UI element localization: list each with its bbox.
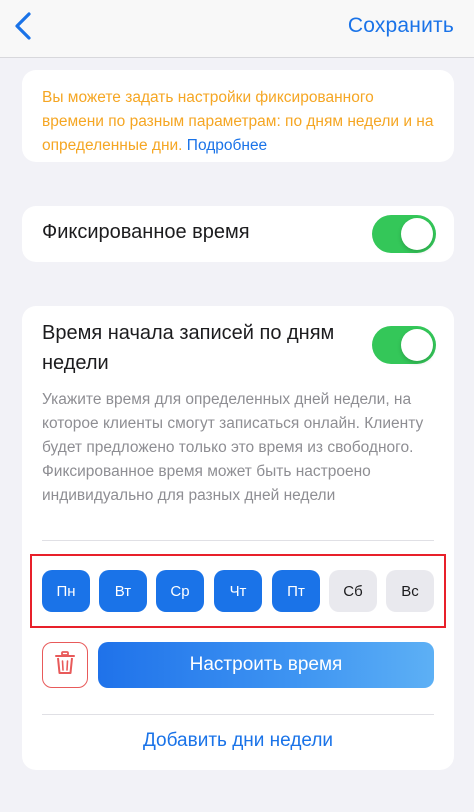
save-button[interactable]: Сохранить xyxy=(348,14,454,38)
info-card: Вы можете задать настройки фиксированног… xyxy=(22,70,454,162)
divider xyxy=(42,714,434,715)
info-message: Вы можете задать настройки фиксированног… xyxy=(42,86,434,158)
toggle-knob xyxy=(401,218,433,250)
day-button-tue[interactable]: Вт xyxy=(99,570,147,612)
add-weekdays-button[interactable]: Добавить дни недели xyxy=(22,730,454,752)
weekday-schedule-card: Время начала записей по дням недели Укаж… xyxy=(22,306,454,770)
divider xyxy=(42,540,434,541)
toggle-knob xyxy=(401,329,433,361)
more-info-link[interactable]: Подробнее xyxy=(187,137,267,154)
day-button-mon[interactable]: Пн xyxy=(42,570,90,612)
delete-button[interactable] xyxy=(42,642,88,688)
navigation-bar: Сохранить xyxy=(0,0,474,58)
weekday-selector: Пн Вт Ср Чт Пт Сб Вс xyxy=(30,554,446,628)
day-button-fri[interactable]: Пт xyxy=(272,570,320,612)
chevron-left-icon xyxy=(13,11,33,46)
day-button-wed[interactable]: Ср xyxy=(156,570,204,612)
day-button-thu[interactable]: Чт xyxy=(214,570,262,612)
back-button[interactable] xyxy=(6,10,40,46)
fixed-time-toggle[interactable] xyxy=(372,215,436,253)
day-button-sat[interactable]: Сб xyxy=(329,570,377,612)
fixed-time-card: Фиксированное время xyxy=(22,206,454,262)
day-button-sun[interactable]: Вс xyxy=(386,570,434,612)
fixed-time-label: Фиксированное время xyxy=(42,221,250,243)
setup-time-button[interactable]: Настроить время xyxy=(98,642,434,688)
weekday-start-description: Укажите время для определенных дней неде… xyxy=(42,391,424,504)
weekday-start-toggle[interactable] xyxy=(372,326,436,364)
trash-icon xyxy=(55,650,75,680)
weekday-start-title: Время начала записей по дням недели xyxy=(42,322,335,374)
